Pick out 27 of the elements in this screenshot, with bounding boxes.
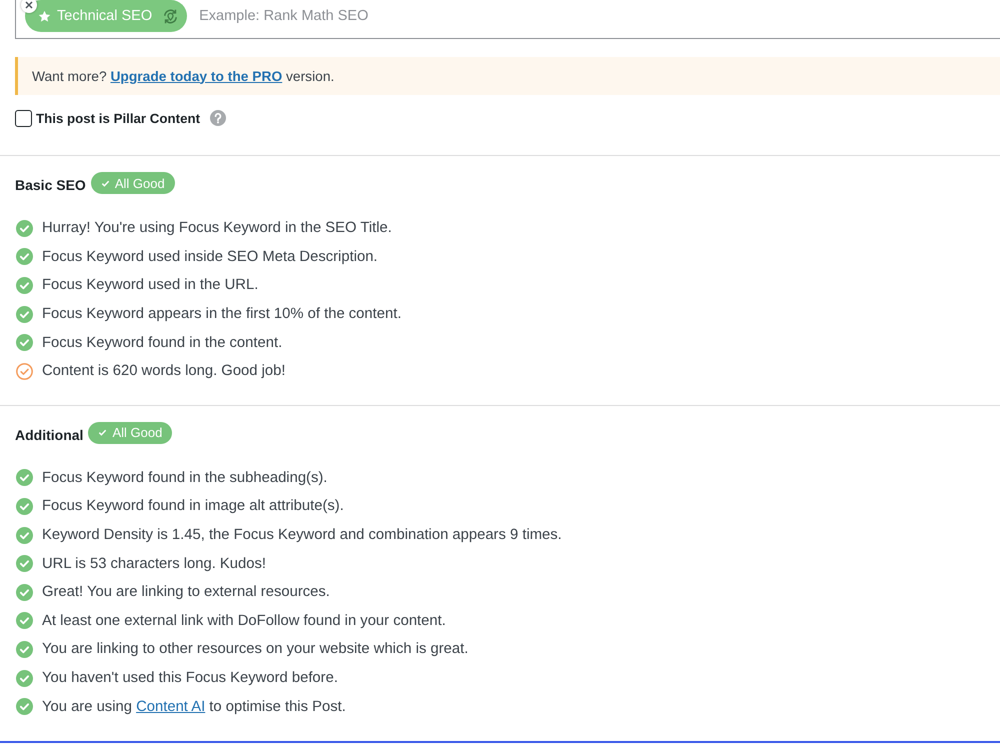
content-ai-link[interactable]: Content AI: [136, 698, 206, 715]
check-result: You are using Content AI to optimise this Post.: [42, 698, 346, 715]
notice-text: Want more? Upgrade today to the PRO version.: [32, 68, 334, 84]
badge-label: All Good: [114, 176, 165, 190]
check-icon: [100, 178, 110, 188]
check-result: Focus Keyword used in the URL.: [42, 277, 258, 294]
keyword-label: Technical SEO: [57, 8, 152, 24]
badge-label: All Good: [112, 425, 162, 440]
check-result: Focus Keyword found in the content.: [42, 334, 282, 351]
check-icon: [98, 428, 108, 438]
upgrade-link[interactable]: Upgrade today to the PRO: [110, 68, 282, 84]
check-result: You are linking to other resources on your website which is great.: [42, 641, 468, 658]
check-result: Focus Keyword found in the subheading(s).: [42, 470, 328, 486]
section-title: Additional: [15, 426, 84, 443]
check-result: URL is 53 characters long. Kudos!: [42, 556, 266, 572]
section-title: Basic SEO: [15, 177, 86, 193]
check-result: Focus Keyword found in image alt attribute(s).: [42, 498, 344, 514]
pillar-checkbox[interactable]: [15, 110, 32, 126]
check-result: Focus Keyword appears in the first 10% of the content.: [42, 306, 402, 322]
pillar-label[interactable]: This post is Pillar Content: [36, 110, 200, 126]
check-result: You haven't used this Focus Keyword before.: [42, 670, 338, 686]
check-result: Keyword Density is 1.45, the Focus Keyword and combination appears 9 times.: [42, 527, 562, 544]
check-result: Content is 620 words long. Good job!: [42, 363, 286, 380]
check-result: Hurray! You're using Focus Keyword in the SEO Title.: [42, 220, 392, 236]
check-result: Great! You are linking to external resources.: [42, 584, 330, 600]
check-result: At least one external link with DoFollow found in your content.: [42, 612, 446, 629]
check-result: Focus Keyword used inside SEO Meta Description.: [42, 248, 378, 265]
